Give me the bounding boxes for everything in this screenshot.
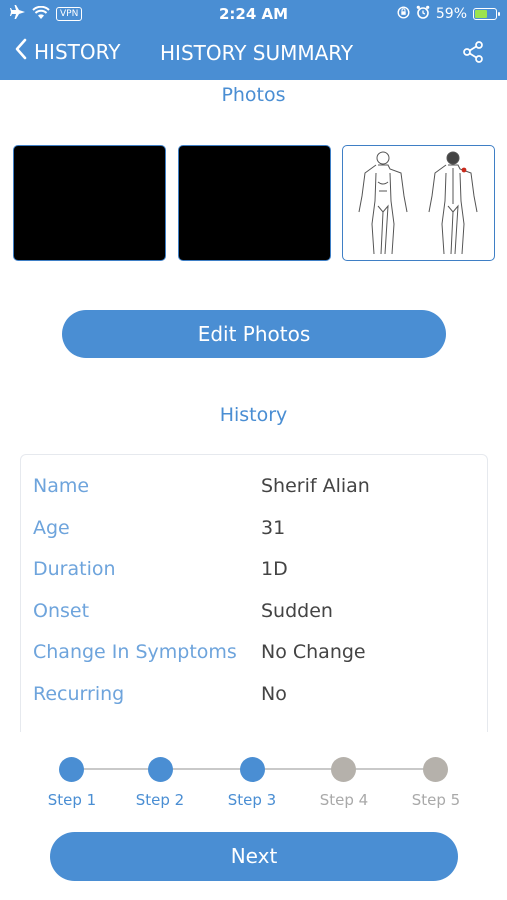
history-label: Duration	[33, 558, 116, 580]
nav-bar: HISTORY HISTORY SUMMARY	[0, 30, 507, 76]
history-row-onset: Onset Sudden	[33, 600, 473, 630]
step-1-dot[interactable]	[59, 757, 84, 782]
back-button[interactable]: HISTORY	[14, 38, 120, 65]
history-row-name: Name Sherif Alian	[33, 475, 473, 505]
edit-photos-button[interactable]: Edit Photos	[62, 310, 446, 358]
rotation-lock-icon	[397, 5, 410, 23]
history-value: Sherif Alian	[261, 475, 370, 497]
photo-thumbnail-2[interactable]	[178, 145, 331, 261]
status-right: 59%	[397, 5, 500, 23]
step-2-label[interactable]: Step 2	[115, 791, 205, 809]
top-bar: VPN 2:24 AM 59% HISTORY HISTORY SUMMARY	[0, 0, 507, 80]
step-4-label[interactable]: Step 4	[299, 791, 389, 809]
step-2-dot[interactable]	[148, 757, 173, 782]
history-value: 31	[261, 517, 286, 539]
history-row-duration: Duration 1D	[33, 558, 473, 588]
history-row-recurring: Recurring No	[33, 683, 473, 713]
battery-percent: 59%	[435, 6, 467, 22]
status-bar: VPN 2:24 AM 59%	[0, 0, 507, 28]
body-map-thumbnail[interactable]	[342, 145, 495, 261]
history-row-change-in-symptoms: Change In Symptoms No Change	[33, 641, 473, 671]
back-label: HISTORY	[34, 39, 121, 64]
step-1-label[interactable]: Step 1	[27, 791, 117, 809]
history-card: Name Sherif Alian Age 31 Duration 1D Ons…	[20, 454, 488, 754]
history-row-age: Age 31	[33, 517, 473, 547]
step-5-dot[interactable]	[423, 757, 448, 782]
next-button[interactable]: Next	[50, 832, 458, 881]
history-value: Sudden	[261, 600, 333, 622]
battery-fill	[475, 10, 487, 18]
battery-icon	[473, 8, 500, 20]
history-value: 1D	[261, 558, 288, 580]
step-5-label[interactable]: Step 5	[391, 791, 481, 809]
history-label: Change In Symptoms	[33, 641, 237, 663]
history-label: Onset	[33, 600, 90, 622]
history-value: No	[261, 683, 287, 705]
chevron-left-icon	[14, 38, 28, 65]
history-value: No Change	[261, 641, 366, 663]
alarm-icon	[416, 5, 430, 23]
share-icon[interactable]	[461, 40, 485, 64]
history-label: Age	[33, 517, 70, 539]
step-3-label[interactable]: Step 3	[207, 791, 297, 809]
history-label: Recurring	[33, 683, 125, 705]
step-3-dot[interactable]	[240, 757, 265, 782]
step-4-dot[interactable]	[331, 757, 356, 782]
history-label: Name	[33, 475, 90, 497]
page-title: HISTORY SUMMARY	[160, 41, 354, 65]
history-title: History	[219, 404, 288, 426]
photos-title: Photos	[221, 84, 286, 106]
photo-thumbnail-1[interactable]	[13, 145, 166, 261]
